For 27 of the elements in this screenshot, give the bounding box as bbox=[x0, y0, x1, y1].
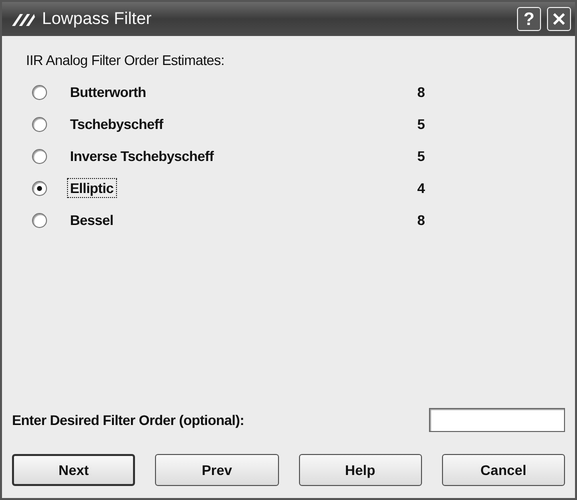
dialog-button[interactable]: Prev bbox=[155, 454, 279, 486]
radio-label[interactable]: Inverse Tschebyscheff bbox=[67, 146, 403, 166]
dialog-button[interactable]: Cancel bbox=[442, 454, 566, 486]
help-button[interactable]: ? bbox=[517, 7, 541, 31]
radio-label[interactable]: Tschebyscheff bbox=[67, 114, 403, 134]
order-value: 5 bbox=[417, 148, 425, 164]
field-label: Enter Desired Filter Order (optional): bbox=[12, 412, 244, 428]
dialog-button[interactable]: Next bbox=[12, 454, 136, 486]
input-field[interactable] bbox=[429, 408, 565, 432]
radio-button[interactable] bbox=[32, 180, 47, 196]
radio-label[interactable]: Bessel bbox=[67, 210, 403, 230]
order-value: 4 bbox=[417, 180, 425, 196]
close-button[interactable] bbox=[547, 7, 571, 31]
order-value: 8 bbox=[417, 84, 425, 100]
close-icon bbox=[552, 12, 566, 26]
radio-label[interactable]: Elliptic bbox=[67, 178, 116, 198]
dialog-button[interactable]: Help bbox=[298, 454, 422, 486]
radio-button[interactable] bbox=[32, 84, 47, 100]
order-value: 8 bbox=[417, 212, 425, 228]
radio-button[interactable] bbox=[32, 116, 47, 132]
radio-button[interactable] bbox=[32, 212, 47, 228]
window-title: Lowpass Filter bbox=[42, 9, 152, 29]
group-heading: IIR Analog Filter Order Estimates: bbox=[26, 52, 226, 68]
radio-button[interactable] bbox=[32, 148, 47, 164]
radio-label[interactable]: Butterworth bbox=[67, 82, 403, 102]
logo-icon bbox=[10, 11, 36, 27]
order-value: 5 bbox=[417, 116, 425, 132]
